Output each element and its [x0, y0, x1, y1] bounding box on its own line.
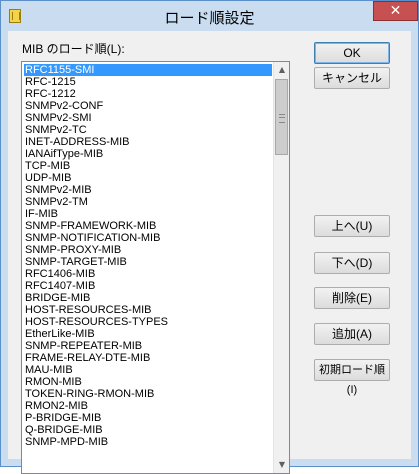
window-title: ロード順設定: [164, 9, 255, 27]
list-item[interactable]: RFC-1215: [24, 76, 272, 88]
list-item[interactable]: SNMP-MPD-MIB: [24, 436, 272, 448]
scroll-thumb[interactable]: [275, 79, 288, 155]
list-item[interactable]: Q-BRIDGE-MIB: [24, 424, 272, 436]
list-item[interactable]: SNMPv2-TC: [24, 124, 272, 136]
add-button[interactable]: 追加(A): [314, 323, 390, 345]
list-item[interactable]: MAU-MIB: [24, 364, 272, 376]
list-item[interactable]: P-BRIDGE-MIB: [24, 412, 272, 424]
list-item[interactable]: SNMPv2-SMI: [24, 112, 272, 124]
list-item[interactable]: SNMP-PROXY-MIB: [24, 244, 272, 256]
cancel-button[interactable]: キャンセル: [314, 67, 390, 89]
list-item[interactable]: TOKEN-RING-RMON-MIB: [24, 388, 272, 400]
list-item[interactable]: SNMP-TARGET-MIB: [24, 256, 272, 268]
list-item[interactable]: IANAifType-MIB: [24, 148, 272, 160]
scroll-up-arrow-icon[interactable]: ▲: [274, 62, 289, 78]
close-button[interactable]: ✕: [373, 1, 418, 21]
title-bar[interactable]: ロード順設定 ✕: [1, 1, 418, 31]
reset-order-button[interactable]: 初期ロード順(I): [314, 359, 390, 396]
list-item[interactable]: RFC-1212: [24, 88, 272, 100]
scroll-grip-icon: [279, 114, 285, 123]
list-item[interactable]: HOST-RESOURCES-TYPES: [24, 316, 272, 328]
move-down-button[interactable]: 下へ(D): [314, 252, 390, 274]
list-item[interactable]: BRIDGE-MIB: [24, 292, 272, 304]
list-item[interactable]: TCP-MIB: [24, 160, 272, 172]
dialog-body: MIB のロード順(L): RFC1155-SMI RFC-1215 RFC-121…: [8, 31, 411, 474]
delete-button[interactable]: 削除(E): [314, 287, 390, 309]
mib-order-listbox[interactable]: RFC1155-SMI RFC-1215 RFC-1212 SNMPv2-CONF SN…: [21, 61, 290, 474]
list-item[interactable]: SNMP-NOTIFICATION-MIB: [24, 232, 272, 244]
scroll-down-arrow-icon[interactable]: ▼: [274, 457, 289, 473]
dialog-window: ロード順設定 ✕ MIB のロード順(L): RFC1155-SMI RFC-12…: [0, 0, 419, 474]
list-item[interactable]: SNMP-FRAMEWORK-MIB: [24, 220, 272, 232]
list-item[interactable]: HOST-RESOURCES-MIB: [24, 304, 272, 316]
list-item[interactable]: SNMPv2-TM: [24, 196, 272, 208]
list-item[interactable]: RFC1155-SMI: [24, 64, 272, 76]
list-item[interactable]: FRAME-RELAY-DTE-MIB: [24, 352, 272, 364]
list-item[interactable]: EtherLike-MIB: [24, 328, 272, 340]
mib-order-label: MIB のロード順(L):: [22, 42, 125, 56]
mib-list-items: RFC1155-SMI RFC-1215 RFC-1212 SNMPv2-CONF SN…: [24, 64, 272, 448]
list-item[interactable]: RFC1407-MIB: [24, 280, 272, 292]
list-item[interactable]: IF-MIB: [24, 208, 272, 220]
ok-button[interactable]: OK: [314, 42, 390, 64]
list-item[interactable]: UDP-MIB: [24, 172, 272, 184]
list-item[interactable]: SNMPv2-CONF: [24, 100, 272, 112]
vertical-scrollbar[interactable]: ▲ ▼: [273, 62, 289, 473]
list-item[interactable]: INET-ADDRESS-MIB: [24, 136, 272, 148]
list-item[interactable]: SNMPv2-MIB: [24, 184, 272, 196]
list-item[interactable]: RFC1406-MIB: [24, 268, 272, 280]
list-item[interactable]: SNMP-REPEATER-MIB: [24, 340, 272, 352]
move-up-button[interactable]: 上へ(U): [314, 215, 390, 237]
list-item[interactable]: RMON-MIB: [24, 376, 272, 388]
list-item[interactable]: RMON2-MIB: [24, 400, 272, 412]
